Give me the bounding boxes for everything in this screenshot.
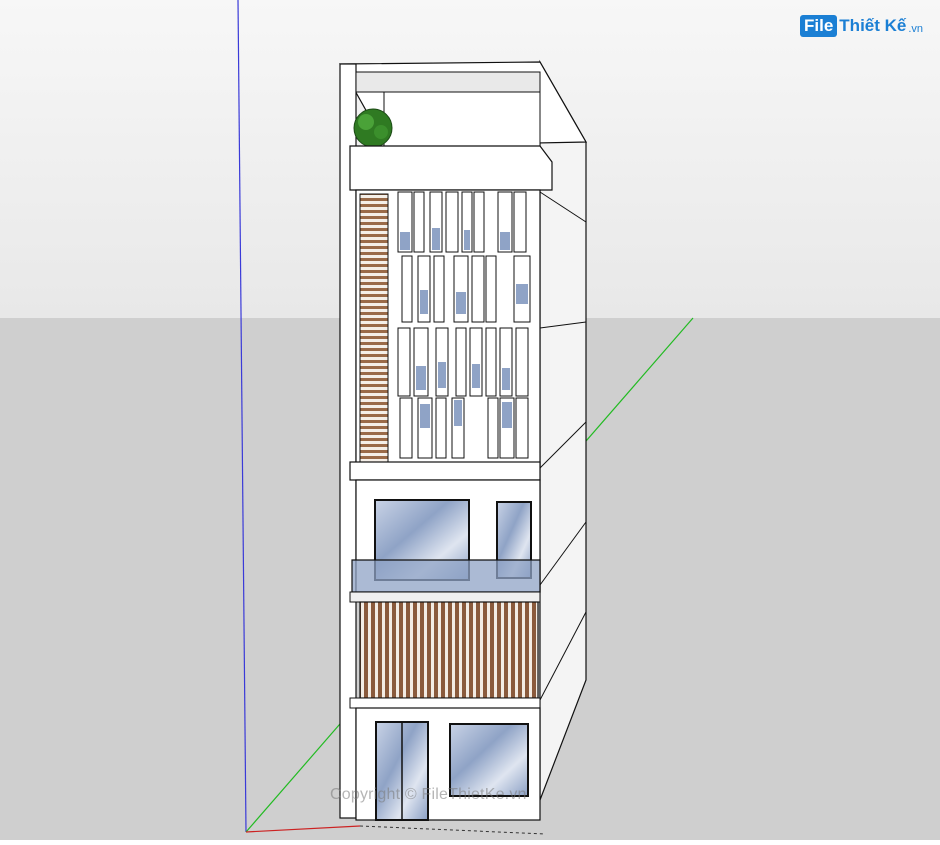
wood-louver-strip — [359, 193, 389, 463]
glass-balcony — [351, 559, 541, 593]
floor-slab — [349, 461, 541, 481]
logo-badge: File — [800, 15, 838, 37]
sketchup-viewport[interactable] — [0, 0, 940, 840]
top-canopy — [349, 145, 553, 191]
roof-parapet — [355, 71, 541, 93]
ground-floor-slab — [349, 697, 541, 709]
wood-slat-screen — [359, 601, 539, 699]
balcony-slab — [349, 591, 541, 603]
roof-stair-box — [383, 91, 541, 147]
logo-domain: .vn — [908, 23, 924, 35]
copyright-watermark: Copyright © FileThietKe.vn — [330, 786, 527, 803]
filethietke-logo: File Thiết Kế .vn — [800, 10, 923, 42]
building-model[interactable] — [338, 59, 588, 821]
logo-text: Thiết Kế — [839, 16, 907, 35]
rooftop-tree-icon — [353, 108, 393, 148]
